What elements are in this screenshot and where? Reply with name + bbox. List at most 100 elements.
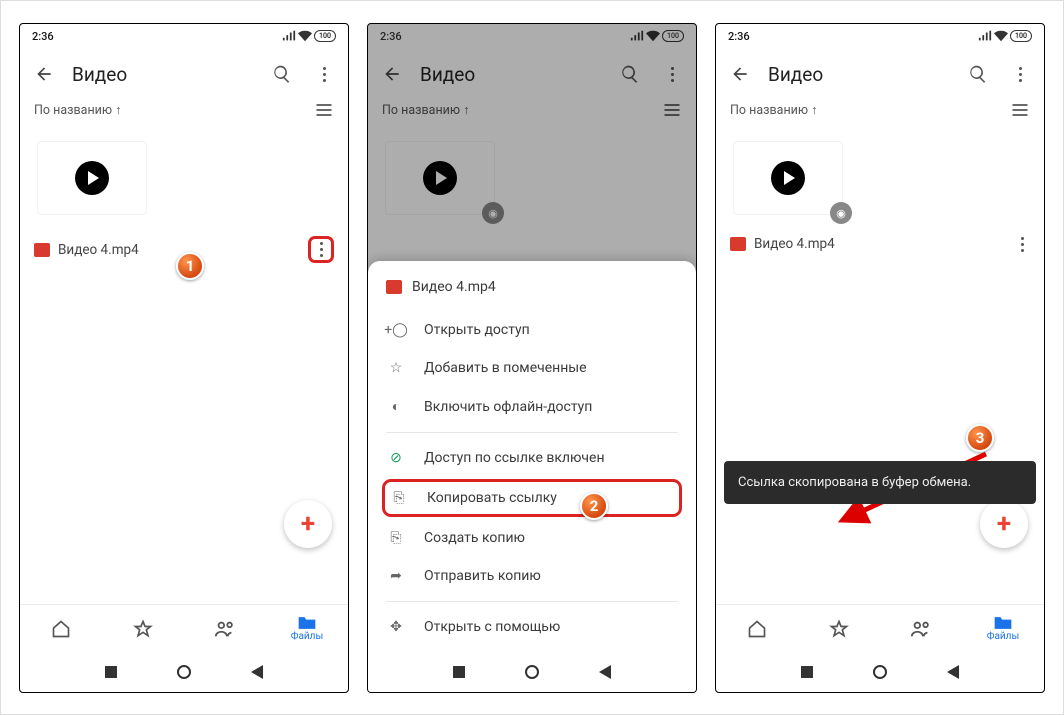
copy-icon: ⎘ bbox=[389, 490, 409, 506]
callout-1: 1 bbox=[176, 252, 204, 280]
sort-row[interactable]: По названию ↑ bbox=[20, 100, 348, 124]
file-grid: Видео 4.mp4 1 + bbox=[20, 124, 348, 604]
menu-star-label: Добавить в помеченные bbox=[424, 360, 587, 376]
page-title: Видео bbox=[768, 63, 950, 86]
tab-files[interactable]: Файлы bbox=[962, 615, 1044, 642]
search-button[interactable] bbox=[268, 60, 296, 88]
tab-files-label: Файлы bbox=[291, 631, 323, 642]
app-toolbar: Видео bbox=[716, 48, 1044, 100]
view-list-icon[interactable] bbox=[1010, 102, 1030, 118]
tab-files-label: Файлы bbox=[987, 631, 1019, 642]
overflow-button[interactable] bbox=[1006, 60, 1034, 88]
menu-open-with[interactable]: ✥ Открыть с помощью bbox=[368, 608, 696, 646]
menu-copy-link[interactable]: ⎘ Копировать ссылку bbox=[382, 479, 682, 517]
more-vert-icon bbox=[316, 67, 332, 82]
nav-back[interactable] bbox=[947, 665, 959, 679]
star-icon bbox=[133, 619, 153, 639]
battery-icon: 100 bbox=[314, 30, 336, 42]
sort-label: По названию bbox=[34, 103, 112, 118]
nav-home[interactable] bbox=[525, 665, 539, 679]
wifi-icon bbox=[298, 30, 312, 42]
file-overflow-button[interactable] bbox=[1014, 237, 1030, 252]
sort-row[interactable]: По названию ↑ bbox=[716, 100, 1044, 124]
tab-files[interactable]: Файлы bbox=[266, 615, 348, 642]
file-type-icon bbox=[730, 237, 746, 251]
people-icon bbox=[214, 619, 236, 639]
file-type-icon bbox=[386, 280, 402, 294]
screen-3: 2:36 100 Видео По названию ↑ ◉ Видео 4.m… bbox=[715, 23, 1045, 693]
callout-2: 2 bbox=[580, 492, 608, 520]
folder-icon bbox=[993, 615, 1013, 631]
overflow-button[interactable] bbox=[310, 60, 338, 88]
offline-icon: ◐ bbox=[386, 398, 406, 415]
sort-dir-icon: ↑ bbox=[115, 103, 121, 118]
more-vert-icon bbox=[1012, 67, 1028, 82]
video-thumbnail[interactable]: ◉ bbox=[734, 142, 842, 214]
file-row: Видео 4.mp4 bbox=[730, 236, 1030, 252]
nav-home[interactable] bbox=[873, 665, 887, 679]
nav-back[interactable] bbox=[599, 665, 611, 679]
file-name: Видео 4.mp4 bbox=[754, 236, 835, 252]
people-icon bbox=[910, 619, 932, 639]
search-button[interactable] bbox=[964, 60, 992, 88]
divider bbox=[386, 432, 678, 433]
sheet-header: Видео 4.mp4 bbox=[368, 275, 696, 311]
clock: 2:36 bbox=[728, 30, 750, 43]
sort-dir-icon: ↑ bbox=[811, 103, 817, 118]
menu-share-label: Открыть доступ bbox=[424, 322, 530, 338]
menu-send-copy-label: Отправить копию bbox=[424, 568, 541, 584]
menu-make-copy[interactable]: ⎘ Создать копию bbox=[368, 519, 696, 557]
bottom-tabs: Файлы bbox=[20, 604, 348, 652]
menu-open-with-label: Открыть с помощью bbox=[424, 619, 560, 635]
tab-home[interactable] bbox=[20, 619, 102, 639]
star-icon bbox=[829, 619, 849, 639]
divider bbox=[386, 601, 678, 602]
star-outline-icon: ☆ bbox=[386, 360, 406, 376]
nav-recents[interactable] bbox=[801, 666, 813, 678]
page-title: Видео bbox=[72, 63, 254, 86]
file-overflow-highlight bbox=[308, 236, 334, 263]
tab-starred[interactable] bbox=[102, 619, 184, 639]
back-button[interactable] bbox=[726, 60, 754, 88]
video-thumbnail[interactable] bbox=[38, 142, 146, 214]
search-icon bbox=[968, 64, 988, 84]
screen-2: 2:36 100 Видео По названию ↑ ◉ Видео 4.m… bbox=[367, 23, 697, 693]
menu-offline[interactable]: ◐ Включить офлайн-доступ bbox=[368, 387, 696, 426]
file-grid: ◉ Видео 4.mp4 + 3 Ссылка скопирована в б… bbox=[716, 124, 1044, 604]
bottom-tabs: Файлы bbox=[716, 604, 1044, 652]
signal-icon bbox=[978, 30, 992, 42]
tab-shared[interactable] bbox=[880, 619, 962, 639]
sheet-filename: Видео 4.mp4 bbox=[412, 279, 496, 295]
nav-home[interactable] bbox=[177, 665, 191, 679]
file-overflow-button[interactable] bbox=[313, 242, 329, 257]
tab-shared[interactable] bbox=[184, 619, 266, 639]
menu-star[interactable]: ☆ Добавить в помеченные bbox=[368, 349, 696, 387]
back-button[interactable] bbox=[30, 60, 58, 88]
tab-home[interactable] bbox=[716, 619, 798, 639]
android-nav bbox=[20, 652, 348, 692]
view-list-icon[interactable] bbox=[314, 102, 334, 118]
shared-badge-icon: ◉ bbox=[830, 202, 852, 224]
arrow-left-icon bbox=[34, 64, 54, 84]
android-nav bbox=[368, 652, 696, 692]
nav-recents[interactable] bbox=[453, 666, 465, 678]
menu-send-copy[interactable]: ➦ Отправить копию bbox=[368, 557, 696, 595]
sort-label: По названию bbox=[730, 103, 808, 118]
toast-text: Ссылка скопирована в буфер обмена. bbox=[738, 475, 971, 490]
wifi-icon bbox=[994, 30, 1008, 42]
tab-starred[interactable] bbox=[798, 619, 880, 639]
play-icon bbox=[771, 161, 805, 195]
fab-add[interactable]: + bbox=[284, 500, 332, 548]
menu-link-access[interactable]: ⊘ Доступ по ссылке включен bbox=[368, 439, 696, 477]
menu-offline-label: Включить офлайн-доступ bbox=[424, 399, 592, 415]
menu-share[interactable]: +◯ Открыть доступ bbox=[368, 311, 696, 349]
signal-icon bbox=[282, 30, 296, 42]
open-with-icon: ✥ bbox=[386, 619, 406, 635]
link-icon: ⊘ bbox=[386, 450, 406, 466]
file-type-icon bbox=[34, 243, 50, 257]
nav-recents[interactable] bbox=[105, 666, 117, 678]
home-icon bbox=[51, 619, 71, 639]
nav-back[interactable] bbox=[251, 665, 263, 679]
screen-1: 2:36 100 Видео По названию ↑ Видео 4.mp4 bbox=[19, 23, 349, 693]
toast-snackbar: Ссылка скопирована в буфер обмена. bbox=[724, 461, 1036, 504]
